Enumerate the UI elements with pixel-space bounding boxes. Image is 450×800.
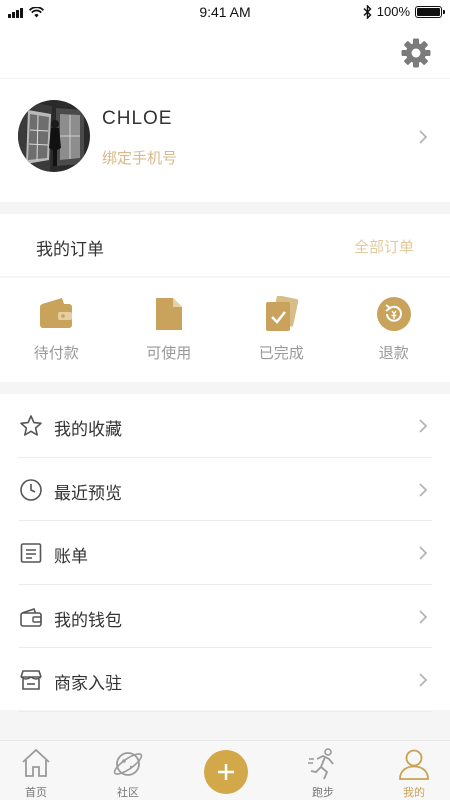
header [0,26,450,78]
gear-icon [401,38,431,68]
plus-button[interactable] [204,750,248,794]
menu-label: 最近预览 [54,483,122,504]
tab-home[interactable]: 首页 [1,741,71,800]
order-refund[interactable]: 退款 [338,278,450,382]
star-icon [20,415,42,436]
tab-mine[interactable]: 我的 [379,741,449,800]
profile-name: CHLOE [102,108,173,129]
store-icon [20,670,42,690]
menu-label: 我的收藏 [54,420,122,440]
menu-item-wallet[interactable]: 我的钱包 [0,585,450,649]
order-label: 已完成 [258,344,304,362]
order-status-row: 待付款 可使用 已完成 退款 [0,278,450,382]
avatar[interactable] [18,100,90,172]
menu-item-recent[interactable]: 最近预览 [0,458,450,522]
settings-button[interactable] [400,37,432,69]
plus-icon [218,764,234,780]
tab-label: 我的 [403,786,425,799]
user-icon [399,749,429,780]
tab-running[interactable]: 跑步 [288,741,358,800]
menu-label: 商家入驻 [54,674,122,694]
menu-item-favorites[interactable]: 我的收藏 [0,394,450,458]
orders-title: 我的订单 [36,240,104,260]
wallet-icon [40,298,73,328]
battery-icon [415,5,445,18]
tab-label: 跑步 [312,786,334,799]
chevron-right-icon [419,419,428,433]
profile-card[interactable]: CHLOE 绑定手机号 [0,78,450,202]
tab-label: 社区 [117,786,139,799]
menu-label: 我的钱包 [54,610,122,631]
clock-icon [20,478,42,501]
all-orders-link[interactable]: 全部订单 [354,236,414,257]
status-right: 100% [363,4,445,19]
chevron-right-icon [419,546,428,560]
wallet-outline-icon [20,607,42,627]
battery-percent: 100% [376,4,410,19]
tab-community[interactable]: 社区 [93,741,163,800]
menu-label: 账单 [54,547,88,567]
home-icon [22,748,50,777]
bill-icon [20,543,42,563]
tab-bar: 首页 社区 跑步 我的 [0,740,450,800]
chevron-right-icon [419,130,428,144]
order-label: 可使用 [146,344,192,362]
status-bar: 9:41 AM 100% [0,0,450,26]
order-completed[interactable]: 已完成 [225,278,338,382]
chevron-right-icon [419,482,428,497]
bluetooth-icon [363,4,372,19]
document-icon [155,298,182,330]
refund-icon [376,297,411,331]
order-label: 退款 [378,344,409,362]
menu-item-merchant[interactable]: 商家入驻 [0,648,450,712]
completed-icon [266,296,299,331]
chevron-right-icon [419,673,428,687]
order-label: 待付款 [33,344,79,362]
menu-item-bill[interactable]: 账单 [0,521,450,585]
order-pending-payment[interactable]: 待付款 [0,278,113,382]
orders-header: 我的订单 全部订单 [0,214,450,276]
order-usable[interactable]: 可使用 [113,278,226,382]
bind-phone-link[interactable]: 绑定手机号 [102,147,177,168]
chevron-right-icon [419,609,428,624]
runner-icon [308,748,334,780]
planet-icon [113,752,143,776]
tab-label: 首页 [25,786,47,799]
menu-list: 我的收藏 最近预览 账单 我的钱包 商家入驻 [0,394,450,712]
